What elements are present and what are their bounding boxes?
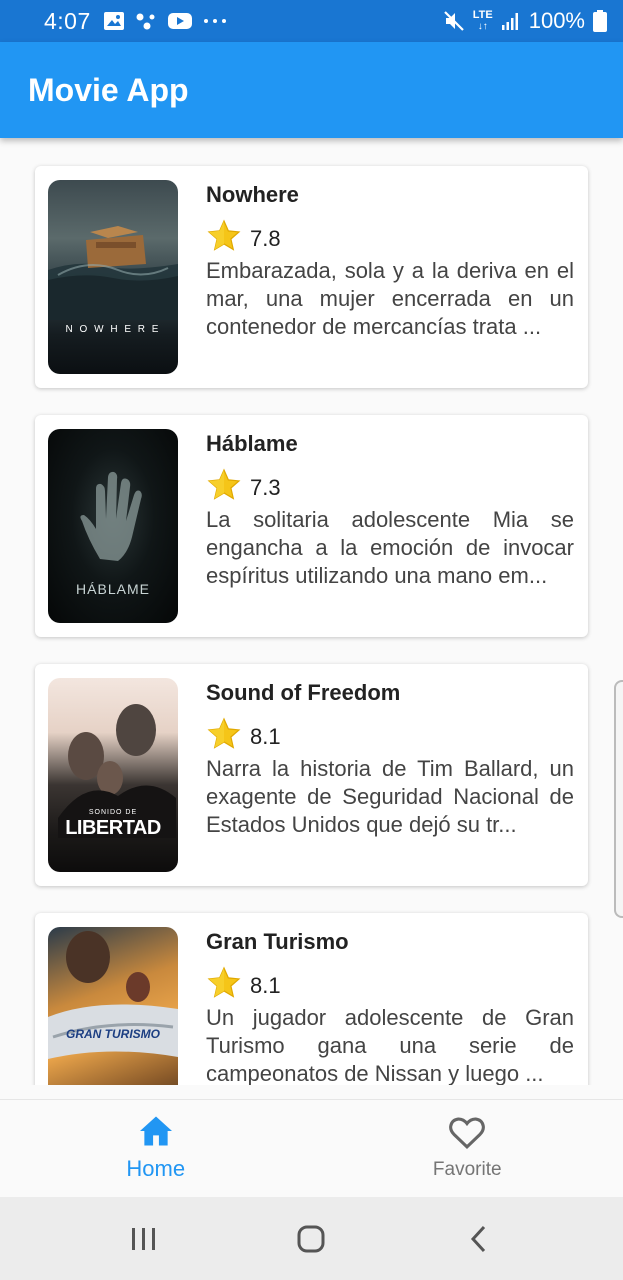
movie-description-text: La solitaria adolescente Mia se engancha…: [206, 507, 574, 588]
poster-title: N O W H E R E: [65, 324, 161, 335]
nav-favorite[interactable]: Favorite: [312, 1100, 623, 1197]
status-time: 4:07: [44, 7, 91, 34]
movie-description: La solitaria adolescente Mia se engancha…: [206, 506, 574, 590]
home-circle-icon: [297, 1225, 325, 1252]
youtube-icon: [167, 11, 193, 31]
movie-poster[interactable]: HÁBLAME: [48, 429, 178, 623]
movie-poster[interactable]: GRAN TURISMO: [48, 927, 178, 1085]
star-icon: [206, 716, 242, 757]
recent-apps-button[interactable]: [114, 1209, 174, 1269]
heart-icon: [448, 1116, 486, 1155]
movie-title: Sound of Freedom: [206, 680, 401, 705]
rating-value: 7.8: [250, 225, 281, 251]
mute-icon: [443, 10, 465, 32]
movie-title: Háblame: [206, 431, 298, 456]
more-icon: [203, 18, 227, 24]
star-icon: [206, 467, 242, 508]
back-icon: [471, 1225, 486, 1252]
nav-favorite-label: Favorite: [432, 1159, 502, 1180]
star-icon: [206, 218, 242, 259]
poster-title: HÁBLAME: [76, 581, 150, 597]
app-title: Movie App: [28, 71, 189, 108]
movie-description-text: Embarazada, sola y a la deriva en el mar…: [206, 258, 574, 339]
movie-card[interactable]: N O W H E R E Nowhere 7.8 Embarazada, so…: [35, 166, 588, 388]
rating: 7.8: [206, 218, 281, 259]
nav-home[interactable]: Home: [0, 1100, 312, 1197]
lte-icon: LTE ↓↑: [472, 9, 493, 33]
movie-description: Un jugador adolescente de Gran Turismo g…: [206, 1004, 574, 1085]
status-icons-left: [103, 11, 227, 31]
system-navigation-bar: [0, 1197, 623, 1280]
back-button[interactable]: [449, 1209, 509, 1269]
poster-subtitle: SONIDO DE: [88, 809, 138, 816]
star-icon: [206, 965, 242, 1006]
movie-poster[interactable]: SONIDO DE LIBERTAD: [48, 678, 178, 872]
movie-title: Nowhere: [206, 182, 299, 207]
scroll-handle[interactable]: [614, 680, 623, 918]
poster-title: GRAN TURISMO: [66, 1027, 160, 1041]
movie-description-text: Narra la historia de Tim Ballard, un exa…: [206, 756, 574, 837]
home-button[interactable]: [281, 1209, 341, 1269]
gallery-icon: [103, 11, 125, 31]
status-icons-right: LTE ↓↑ 100%: [443, 8, 607, 34]
movie-card[interactable]: SONIDO DE LIBERTAD Sound of Freedom 8.1 …: [35, 664, 588, 886]
app-bar: Movie App: [0, 42, 623, 138]
bottom-navigation: Home Favorite: [0, 1099, 623, 1197]
rating: 8.1: [206, 716, 281, 757]
home-icon: [138, 1115, 174, 1152]
movie-card[interactable]: HÁBLAME Háblame 7.3 La solitaria adolesc…: [35, 415, 588, 637]
movie-title: Gran Turismo: [206, 929, 349, 954]
signal-icon: [501, 11, 521, 31]
poster-title: LIBERTAD: [65, 817, 161, 839]
dots-icon: [135, 11, 157, 31]
movie-list[interactable]: N O W H E R E Nowhere 7.8 Embarazada, so…: [0, 138, 623, 1085]
rating: 7.3: [206, 467, 281, 508]
movie-description-text: Un jugador adolescente de Gran Turismo g…: [206, 1005, 574, 1085]
rating-value: 7.3: [250, 474, 281, 500]
network-label: LTE: [472, 9, 493, 21]
rating-value: 8.1: [250, 972, 281, 998]
rating-value: 8.1: [250, 723, 281, 749]
movie-description: Embarazada, sola y a la deriva en el mar…: [206, 257, 574, 341]
battery-icon: [593, 10, 607, 32]
rating: 8.1: [206, 965, 281, 1006]
movie-poster[interactable]: N O W H E R E: [48, 180, 178, 374]
status-bar: 4:07 LTE ↓↑ 100%: [0, 0, 623, 42]
recent-apps-icon: [131, 1227, 155, 1250]
nav-home-label: Home: [126, 1156, 186, 1181]
movie-card[interactable]: GRAN TURISMO Gran Turismo 8.1 Un jugador…: [35, 913, 588, 1085]
battery-percent: 100%: [528, 8, 585, 33]
movie-description: Narra la historia de Tim Ballard, un exa…: [206, 755, 574, 839]
